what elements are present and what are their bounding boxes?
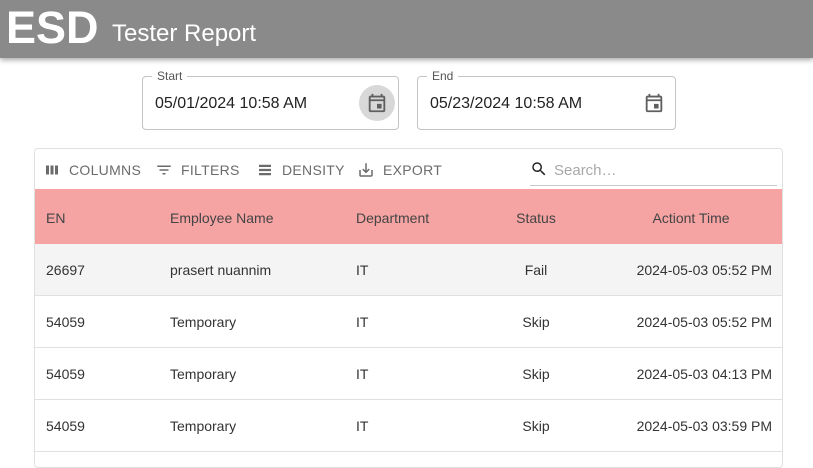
- column-header-status[interactable]: Status: [485, 209, 587, 227]
- table-row[interactable]: 54059 Temporary IT Skip 2024-05-03 04:13…: [35, 348, 782, 400]
- start-date-label: Start: [152, 69, 188, 83]
- start-date-value[interactable]: 05/01/2024 10:58 AM: [155, 94, 307, 114]
- cell-employee-name: Temporary: [170, 418, 237, 434]
- export-label: EXPORT: [383, 162, 443, 178]
- app-header: ESD Tester Report: [0, 0, 813, 58]
- cell-en: 54059: [46, 366, 85, 382]
- columns-label: COLUMNS: [69, 162, 142, 178]
- cell-department: IT: [356, 418, 369, 434]
- end-date-label: End: [427, 69, 459, 83]
- table-row[interactable]: 54059 Temporary IT Skip 2024-05-03 05:52…: [35, 296, 782, 348]
- cell-status: Skip: [522, 314, 550, 330]
- cell-action-time: 2024-05-03 04:13 PM: [636, 366, 772, 382]
- column-header-department[interactable]: Department: [356, 209, 429, 227]
- cell-en: 54059: [46, 418, 85, 434]
- cell-department: IT: [356, 262, 369, 278]
- cell-employee-name: Temporary: [170, 314, 237, 330]
- end-date-field[interactable]: End 05/23/2024 10:58 AM: [417, 69, 676, 130]
- export-button[interactable]: EXPORT: [357, 159, 442, 181]
- cell-status: Fail: [524, 262, 548, 278]
- column-header-action-time[interactable]: Actiont Time: [610, 209, 772, 227]
- density-button[interactable]: DENSITY: [256, 159, 345, 181]
- filters-button[interactable]: FILTERS: [155, 159, 240, 181]
- end-calendar-button[interactable]: [636, 85, 672, 121]
- table-row[interactable]: 54059 Temporary IT Skip 2024-05-03 03:59…: [35, 400, 782, 452]
- search-icon: [532, 162, 546, 176]
- columns-button[interactable]: COLUMNS: [43, 159, 141, 181]
- column-header-en[interactable]: EN: [46, 209, 65, 227]
- cell-department: IT: [356, 366, 369, 382]
- start-calendar-button[interactable]: [359, 85, 395, 121]
- grid-toolbar: COLUMNS FILTERS DENSITY EXPORT: [35, 149, 782, 189]
- brand-logo: ESD: [6, 2, 99, 53]
- calendar-icon: [368, 93, 386, 113]
- cell-employee-name: prasert nuannim: [170, 262, 272, 278]
- density-icon: [259, 164, 271, 176]
- export-icon: [359, 163, 373, 177]
- search-box: [530, 157, 777, 186]
- cell-action-time: 2024-05-03 05:52 PM: [636, 314, 772, 330]
- table-header: EN Employee Name Department Status Actio…: [35, 189, 782, 244]
- end-date-value[interactable]: 05/23/2024 10:58 AM: [430, 94, 582, 114]
- filter-icon: [157, 165, 171, 175]
- cell-employee-name: Temporary: [170, 366, 237, 382]
- cell-en: 26697: [46, 262, 85, 278]
- start-date-field[interactable]: Start 05/01/2024 10:58 AM: [142, 69, 399, 130]
- columns-icon: [46, 165, 58, 175]
- density-label: DENSITY: [282, 162, 345, 178]
- cell-status: Skip: [522, 418, 550, 434]
- cell-en: 54059: [46, 314, 85, 330]
- calendar-icon: [645, 93, 663, 113]
- data-grid: COLUMNS FILTERS DENSITY EXPORT EN Employ…: [34, 148, 783, 468]
- cell-department: IT: [356, 314, 369, 330]
- cell-action-time: 2024-05-03 03:59 PM: [636, 418, 772, 434]
- search-input[interactable]: [552, 158, 771, 182]
- column-header-employee-name[interactable]: Employee Name: [170, 209, 274, 227]
- cell-action-time: 2024-05-03 05:52 PM: [636, 262, 772, 278]
- table-row[interactable]: 26697 prasert nuannim IT Fail 2024-05-03…: [35, 244, 782, 296]
- page-title: Tester Report: [112, 20, 257, 47]
- filters-label: FILTERS: [181, 162, 240, 178]
- cell-status: Skip: [522, 366, 550, 382]
